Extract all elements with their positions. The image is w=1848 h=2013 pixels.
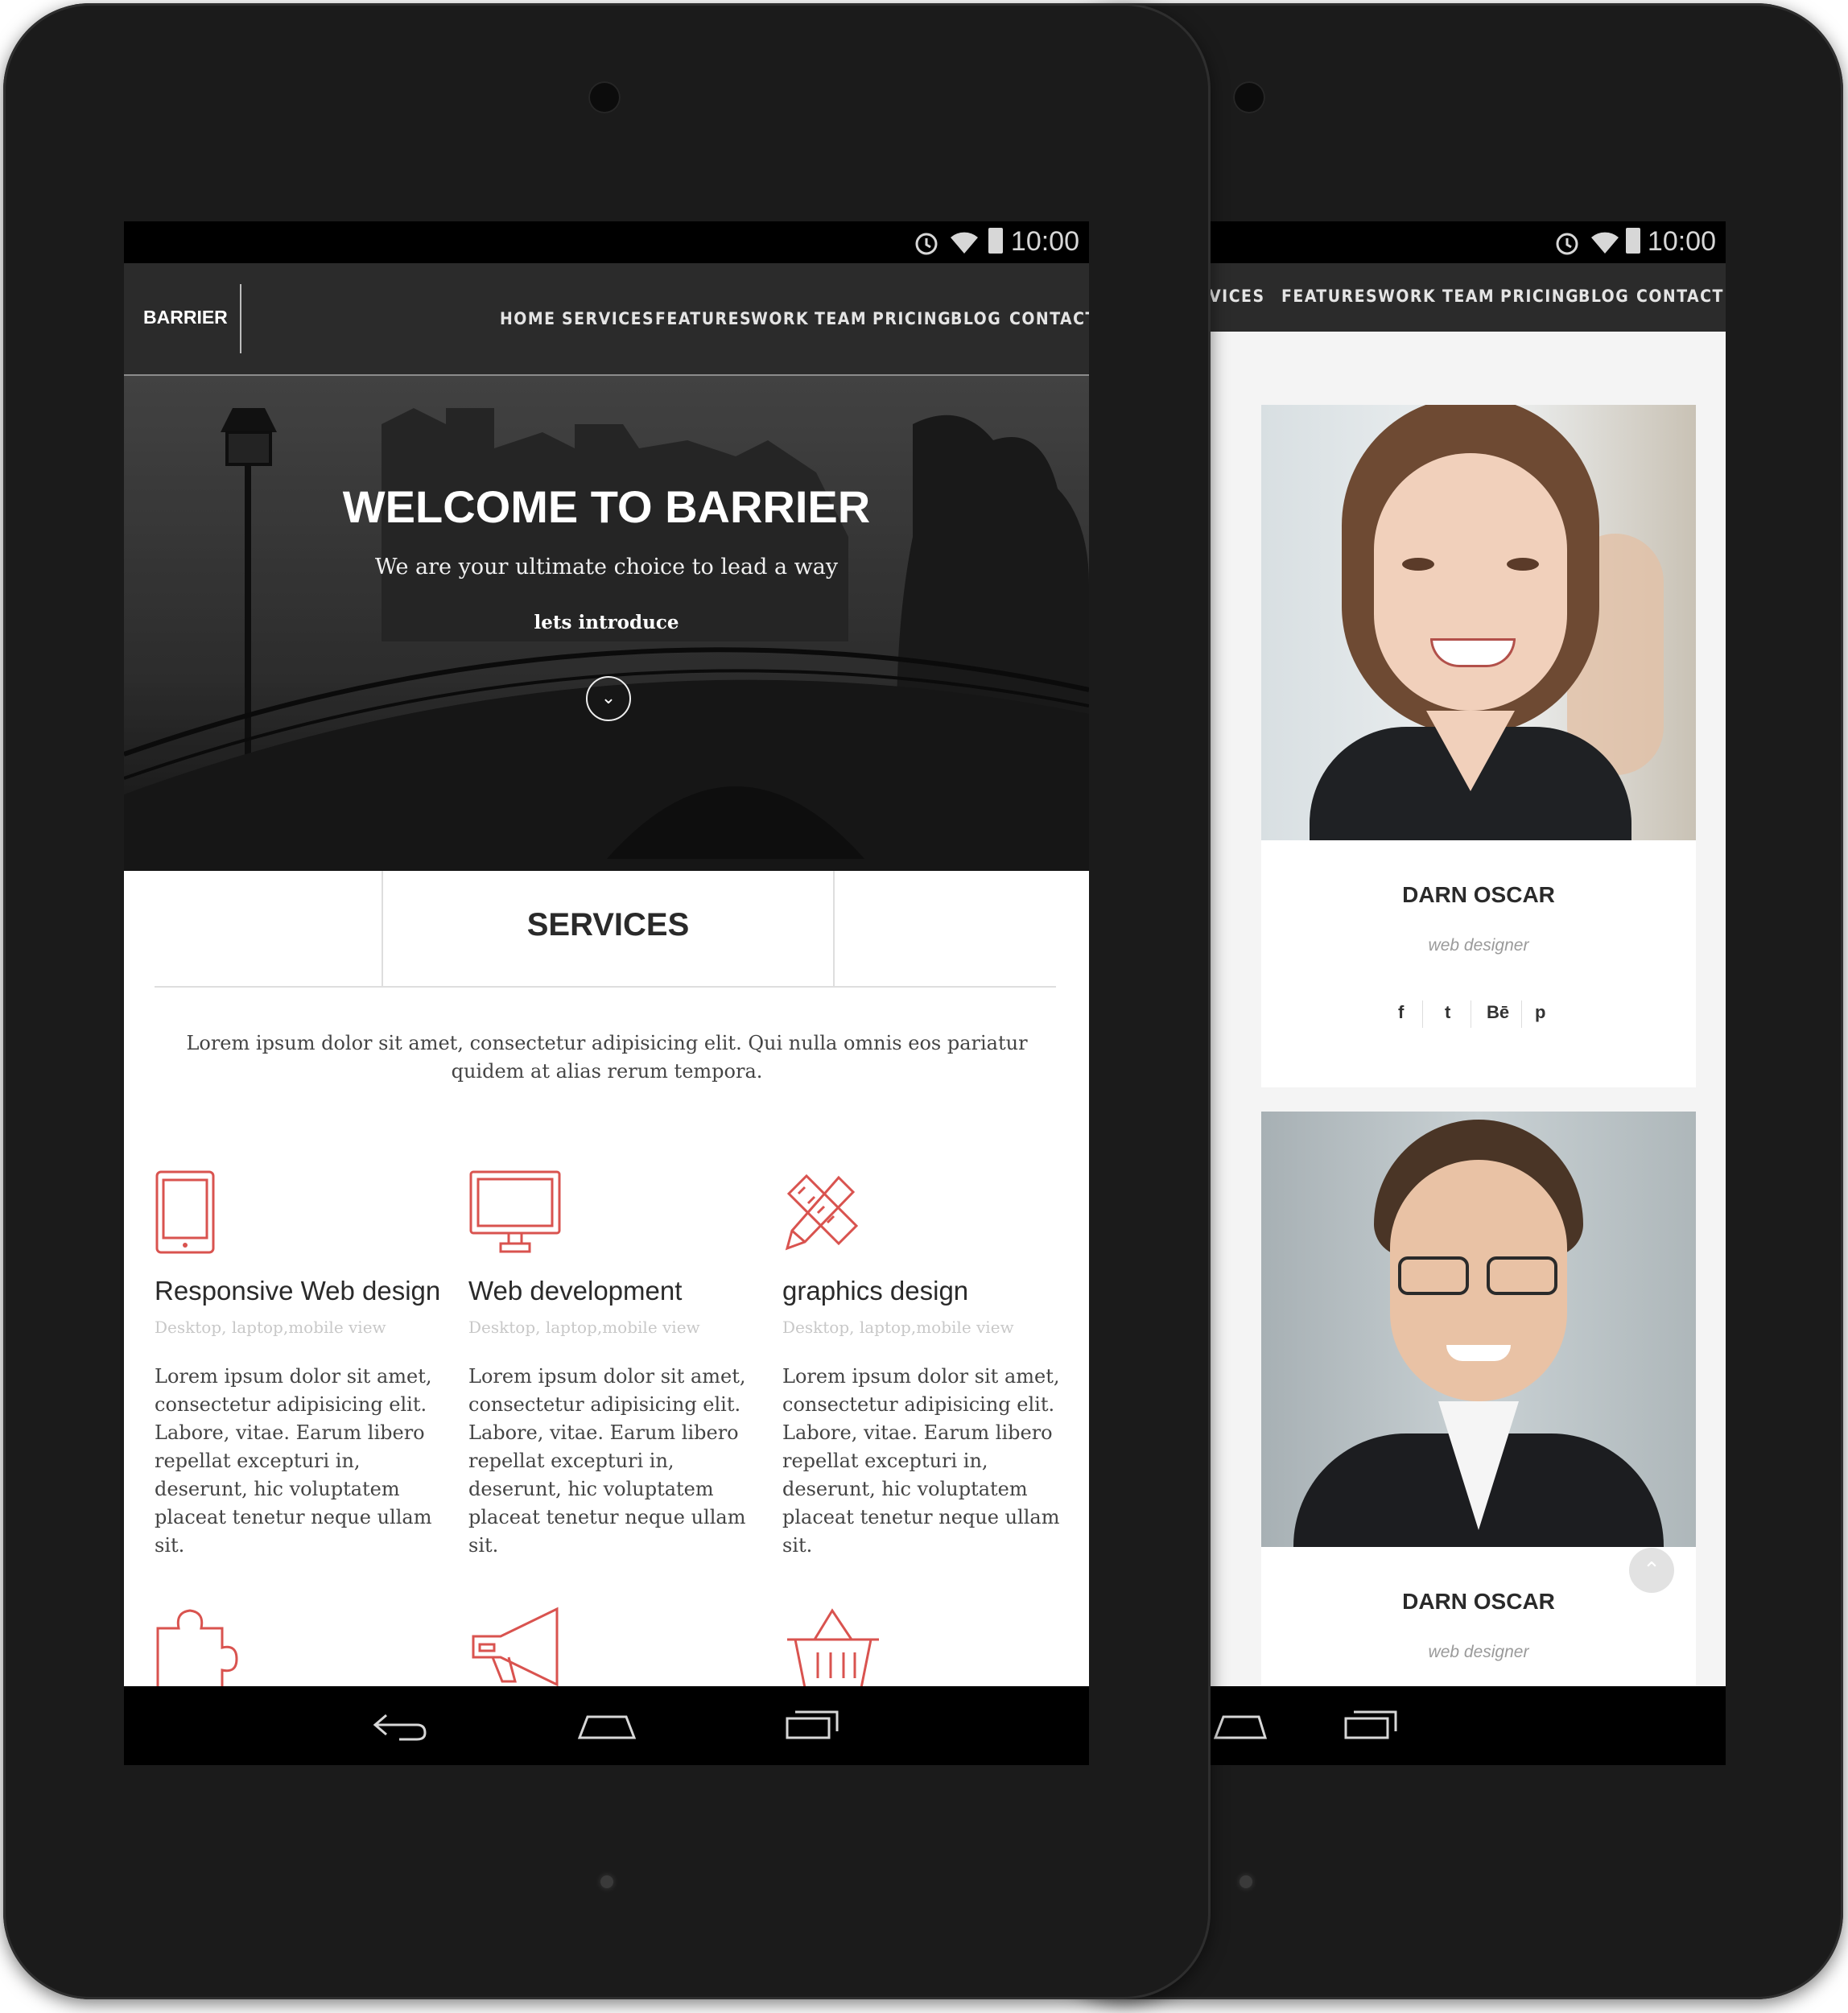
nav-features-link[interactable]: FEATURES: [655, 309, 752, 328]
team-card: DARN OSCAR web designer: [1261, 1112, 1696, 1765]
hero-title: WELCOME TO BARRIER: [342, 481, 871, 532]
nav-contact-link[interactable]: CONTACT: [1009, 309, 1089, 328]
team-member-role: web designer: [1428, 936, 1529, 955]
brand-logo[interactable]: BARRIER: [143, 307, 228, 328]
scroll-down-button[interactable]: ⌄: [586, 676, 631, 721]
battery-icon: [988, 228, 1003, 254]
service-subtitle: Desktop, laptop,mobile view: [468, 1318, 700, 1337]
nav-home-link[interactable]: HOME: [500, 309, 556, 328]
hero-subtitle: We are your ultimate choice to lead a wa…: [374, 555, 839, 580]
recents-nav-icon[interactable]: [1343, 1707, 1399, 1743]
nav-work-link[interactable]: WORK: [751, 309, 809, 328]
team-member-name: DARN OSCAR: [1402, 882, 1555, 907]
team-member-role: web designer: [1428, 1643, 1529, 1661]
status-time: 10:00: [1010, 226, 1079, 257]
pencil-ruler-icon: [785, 1174, 859, 1251]
social-links: f t Bē p: [1374, 1000, 1583, 1029]
service-body: Lorem ipsum dolor sit amet, consectetur …: [782, 1365, 1060, 1557]
wifi-icon: [1591, 232, 1619, 254]
nav-features-link[interactable]: FEATURES: [1281, 287, 1378, 306]
nav-team-link[interactable]: TEAM: [815, 309, 867, 328]
back-screen: 10:00 RVICES FEATURES WORK TEAM PRICING …: [1199, 221, 1726, 1765]
service-subtitle: Desktop, laptop,mobile view: [782, 1318, 1014, 1337]
alarm-icon: [915, 233, 938, 255]
home-nav-icon[interactable]: [1212, 1710, 1268, 1743]
monitor-icon: [469, 1170, 561, 1253]
pinterest-icon[interactable]: p: [1535, 1002, 1545, 1023]
status-bar: 10:00: [124, 221, 1089, 263]
nav-work-link[interactable]: WORK: [1378, 287, 1436, 306]
basket-icon: [787, 1608, 879, 1689]
hero-cta-text[interactable]: lets introduce: [124, 612, 1089, 633]
home-nav-icon[interactable]: [576, 1710, 637, 1743]
services-intro: Lorem ipsum dolor sit amet, consectetur …: [186, 1032, 1028, 1083]
puzzle-icon: [156, 1609, 238, 1689]
team-member-name: DARN OSCAR: [1402, 1589, 1555, 1614]
recents-nav-icon[interactable]: [784, 1707, 842, 1743]
sensor-icon: [600, 1875, 613, 1888]
services-heading: SERVICES: [526, 907, 690, 943]
team-card: DARN OSCAR web designer f t Bē p: [1261, 405, 1696, 1087]
back-site-nav: RVICES FEATURES WORK TEAM PRICING BLOG C…: [1199, 263, 1726, 332]
twitter-icon[interactable]: t: [1445, 1002, 1450, 1023]
services-heading-block: SERVICES: [155, 871, 1056, 988]
camera-icon: [588, 81, 621, 113]
wifi-icon: [951, 232, 978, 254]
nav-blog-link[interactable]: BLOG: [951, 309, 1001, 328]
battery-icon: [1626, 228, 1640, 254]
back-nav-icon[interactable]: [370, 1710, 428, 1743]
status-bar: 10:00: [1199, 221, 1726, 263]
chevron-down-icon: ⌄: [600, 687, 617, 707]
status-time: 10:00: [1647, 226, 1716, 257]
alarm-icon: [1556, 233, 1578, 255]
android-nav-bar: [124, 1686, 1089, 1765]
scroll-top-button[interactable]: ⌃: [1629, 1548, 1674, 1593]
nav-services-link[interactable]: SERVICES: [562, 309, 654, 328]
front-screen: 10:00 BARRIER HOME SERVICES FEATURES WOR…: [124, 221, 1089, 1765]
behance-icon[interactable]: Bē: [1487, 1002, 1509, 1023]
service-body: Lorem ipsum dolor sit amet, consectetur …: [155, 1365, 432, 1557]
facebook-icon[interactable]: f: [1398, 1002, 1404, 1023]
brand-divider: [240, 284, 241, 353]
team-photo: [1261, 1112, 1696, 1547]
service-title: Responsive Web design: [155, 1276, 441, 1306]
nav-team-link[interactable]: TEAM: [1442, 287, 1495, 306]
service-title: graphics design: [782, 1276, 969, 1306]
tablet-icon: [155, 1170, 215, 1254]
service-body: Lorem ipsum dolor sit amet, consectetur …: [468, 1365, 746, 1557]
nav-pricing-link[interactable]: PRICING: [1500, 287, 1579, 306]
megaphone-icon: [472, 1607, 559, 1687]
service-title: Web development: [468, 1276, 683, 1306]
site-nav: BARRIER HOME SERVICES FEATURES WORK TEAM…: [124, 263, 1089, 376]
nav-blog-link[interactable]: BLOG: [1578, 287, 1629, 306]
service-subtitle: Desktop, laptop,mobile view: [155, 1318, 386, 1337]
hero-section: WELCOME TO BARRIER We are your ultimate …: [124, 376, 1089, 871]
sensor-icon: [1240, 1875, 1252, 1888]
android-nav-bar: [1199, 1686, 1726, 1765]
team-photo: [1261, 405, 1696, 840]
camera-icon: [1233, 81, 1265, 113]
nav-pricing-link[interactable]: PRICING: [872, 309, 951, 328]
nav-contact-link[interactable]: CONTACT: [1636, 287, 1724, 306]
